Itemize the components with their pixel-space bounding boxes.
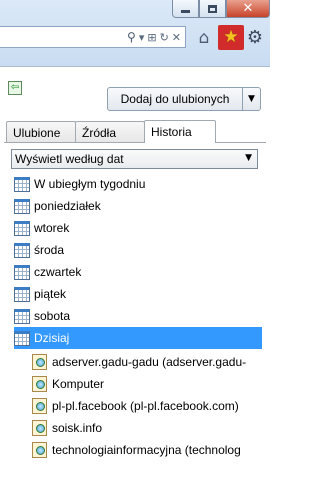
compatibility-view-icon[interactable]: ⊞ <box>147 32 156 43</box>
restore-button[interactable] <box>199 0 226 18</box>
history-view-select-value: Wyświetl według dat <box>15 152 124 166</box>
history-day-item[interactable]: wtorek <box>14 217 264 239</box>
close-icon: ✕ <box>242 1 254 16</box>
history-day-item[interactable]: poniedziałek <box>14 195 264 217</box>
chevron-down-icon: ▼ <box>245 153 252 163</box>
calendar-icon <box>14 308 30 324</box>
history-day-item[interactable]: środa <box>14 239 264 261</box>
history-day-item[interactable]: czwartek <box>14 261 264 283</box>
history-site-label: Komputer <box>52 377 105 391</box>
address-dropdown-icon[interactable]: ▾ <box>139 32 145 43</box>
website-icon <box>32 354 47 370</box>
panel-tabs: Ulubione Źródła Historia <box>6 120 216 143</box>
calendar-icon <box>14 242 30 258</box>
history-day-label: czwartek <box>34 265 82 279</box>
address-bar[interactable]: ⚲ ▾ ⊞ ↻ ✕ <box>0 26 186 48</box>
calendar-icon <box>14 330 30 346</box>
minimize-icon <box>181 10 190 13</box>
history-day-item-selected[interactable]: Dzisiaj <box>14 327 262 349</box>
chevron-down-icon[interactable]: ▼ <box>242 88 260 110</box>
calendar-icon <box>14 176 30 192</box>
add-to-favorites-label: Dodaj do ulubionych <box>120 92 230 106</box>
tab-favorites[interactable]: Ulubione <box>6 121 76 143</box>
pin-panel-icon[interactable]: ⇦ <box>8 81 22 95</box>
history-site-label: pl-pl.facebook (pl-pl.facebook.com) <box>52 399 239 413</box>
history-day-label: wtorek <box>34 221 70 235</box>
history-site-item[interactable]: adserver.gadu-gadu (adserver.gadu- <box>32 351 264 373</box>
star-icon: ★ <box>223 27 239 47</box>
calendar-icon <box>14 286 30 302</box>
history-site-label: technologiainformacyjna (technolog <box>52 443 241 457</box>
refresh-icon[interactable]: ↻ <box>160 32 169 43</box>
window-controls: ✕ <box>172 0 270 18</box>
gear-icon[interactable]: ⚙ <box>244 27 266 49</box>
history-day-item[interactable]: sobota <box>14 305 264 327</box>
history-day-label: poniedziałek <box>34 199 101 213</box>
home-icon[interactable]: ⌂ <box>193 27 215 49</box>
website-icon <box>32 420 47 436</box>
stop-icon[interactable]: ✕ <box>172 32 181 43</box>
history-site-label: adserver.gadu-gadu (adserver.gadu- <box>52 355 247 369</box>
tab-feeds[interactable]: Źródła <box>75 121 145 143</box>
history-site-label: soisk.info <box>52 421 103 435</box>
favorites-center-panel: ⇦ Dodaj do ulubionych ▼ Ulubione Źródła … <box>0 66 270 478</box>
favorites-button[interactable]: ★ <box>218 25 244 50</box>
website-icon <box>32 442 47 458</box>
history-day-label: piątek <box>34 287 67 301</box>
history-site-item[interactable]: pl-pl.facebook (pl-pl.facebook.com) <box>32 395 264 417</box>
browser-toolbar: ✕ ⚲ ▾ ⊞ ↻ ✕ ⌂ ★ ⚙ <box>0 0 270 66</box>
minimize-button[interactable] <box>172 0 199 18</box>
history-site-item[interactable]: technologiainformacyjna (technolog <box>32 439 264 461</box>
close-button[interactable]: ✕ <box>226 0 270 18</box>
history-site-item[interactable]: Komputer <box>32 373 264 395</box>
history-day-item[interactable]: piątek <box>14 283 264 305</box>
website-icon <box>32 398 47 414</box>
history-day-label: środa <box>34 243 65 257</box>
history-day-label: W ubiegłym tygodniu <box>34 177 146 191</box>
add-to-favorites-button[interactable]: Dodaj do ulubionych ▼ <box>107 87 261 111</box>
history-view-select[interactable]: Wyświetl według dat ▼ <box>11 149 258 169</box>
search-icon[interactable]: ⚲ <box>127 31 136 43</box>
history-day-item[interactable]: W ubiegłym tygodniu <box>14 173 264 195</box>
history-day-label: sobota <box>34 309 71 323</box>
calendar-icon <box>14 198 30 214</box>
website-icon <box>32 376 47 392</box>
restore-icon <box>208 4 217 13</box>
tab-history[interactable]: Historia <box>144 120 216 143</box>
calendar-icon <box>14 264 30 280</box>
history-site-item[interactable]: soisk.info <box>32 417 264 439</box>
history-day-label: Dzisiaj <box>34 331 70 345</box>
calendar-icon <box>14 220 30 236</box>
tab-divider <box>4 142 266 143</box>
